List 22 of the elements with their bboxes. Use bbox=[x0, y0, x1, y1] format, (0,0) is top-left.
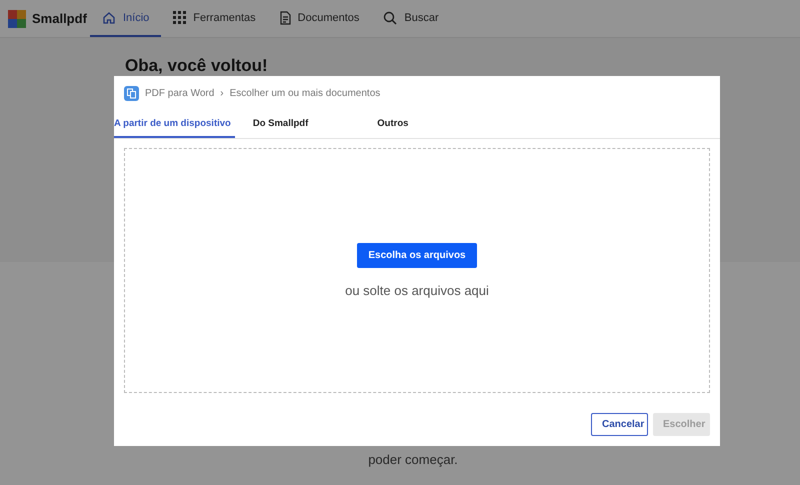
nav-tab[interactable]: Ferramentas bbox=[161, 0, 268, 37]
body-text: poder começar. bbox=[368, 452, 458, 467]
nav-tab[interactable]: Documentos bbox=[268, 0, 372, 37]
drop-zone[interactable]: Escolha os arquivos ou solte os arquivos aqui bbox=[124, 148, 710, 393]
grid-icon bbox=[173, 11, 186, 24]
source-tab[interactable]: A partir de um dispositivo bbox=[114, 110, 235, 138]
source-tab[interactable]: Outros bbox=[377, 110, 412, 138]
pdf-to-word-icon bbox=[124, 86, 139, 100]
home-icon bbox=[102, 10, 116, 24]
breadcrumb-item[interactable]: PDF para Word bbox=[145, 88, 214, 98]
breadcrumb-item: Escolher um ou mais documentos bbox=[230, 88, 380, 98]
choose-files-button[interactable]: Escolha os arquivos bbox=[357, 243, 477, 268]
greeting-heading: Oba, você voltou! bbox=[125, 56, 269, 76]
nav-tab[interactable]: Buscar bbox=[371, 0, 451, 37]
cancel-button[interactable]: Cancelar bbox=[591, 413, 648, 436]
search-icon bbox=[383, 10, 398, 24]
document-icon bbox=[280, 10, 291, 24]
breadcrumb-separator: › bbox=[220, 88, 224, 98]
drop-hint: ou solte os arquivos aqui bbox=[345, 283, 489, 298]
source-tab[interactable]: Do Smallpdf bbox=[252, 110, 312, 138]
logo-icon bbox=[8, 10, 26, 28]
logo-text[interactable]: Smallpdf bbox=[32, 11, 87, 26]
